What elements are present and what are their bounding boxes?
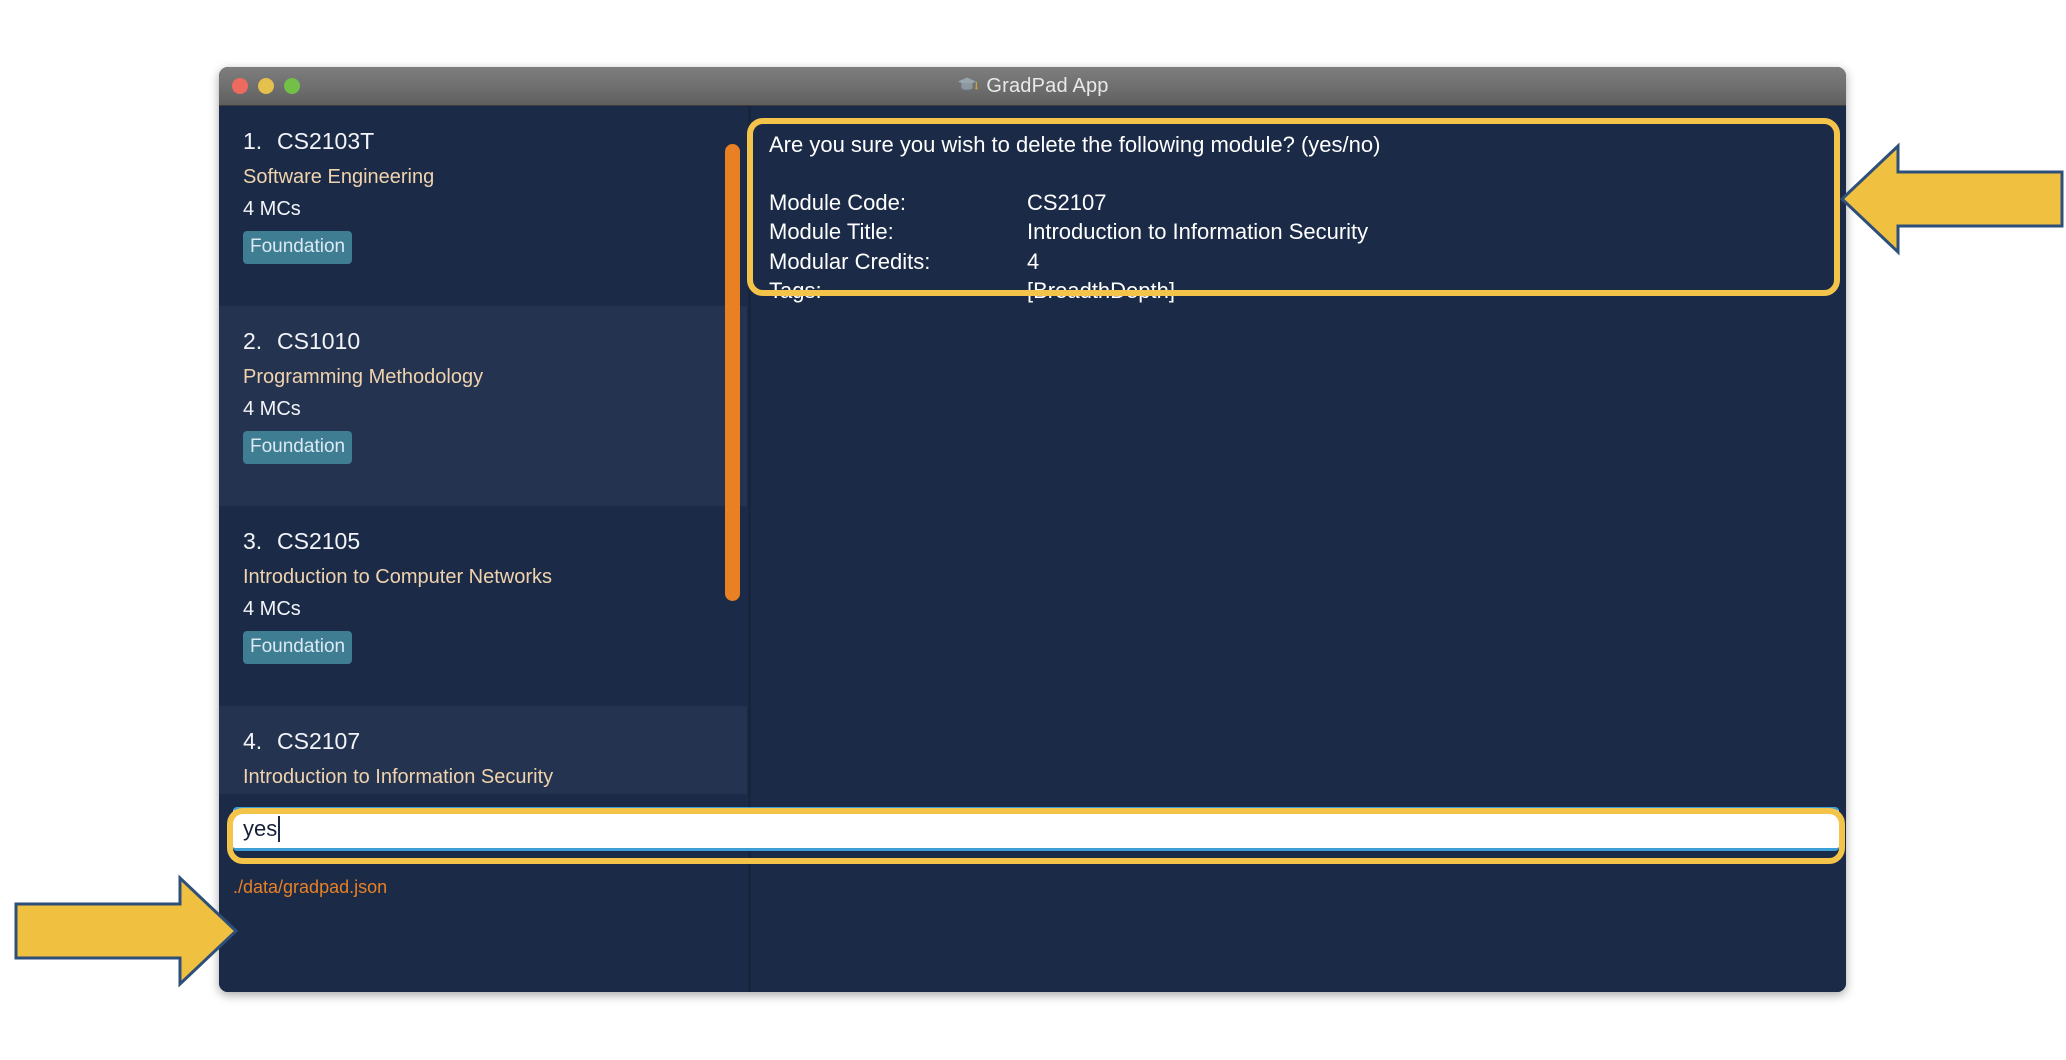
- list-item-code: CS2107: [277, 728, 361, 754]
- list-item-index: 1.: [243, 128, 263, 154]
- module-list[interactable]: 1. CS2103T Software Engineering 4 MCs Fou…: [219, 106, 747, 794]
- list-item-code: CS2105: [277, 528, 361, 554]
- text-caret: [278, 816, 281, 842]
- list-item[interactable]: 1. CS2103T Software Engineering 4 MCs Fou…: [219, 106, 747, 306]
- list-item-title: Software Engineering: [243, 166, 435, 188]
- result-row: Module Code: CS2107: [769, 188, 1821, 217]
- list-item-index: 4.: [243, 728, 263, 754]
- command-row: yes: [219, 799, 1839, 857]
- list-item[interactable]: 3. CS2105 Introduction to Computer Networ…: [219, 506, 747, 706]
- arrow-pointing-left-icon: [1839, 142, 2064, 256]
- window-body: 1. CS2103T Software Engineering 4 MCs Fou…: [219, 106, 1846, 992]
- list-item-title: Introduction to Information Security: [243, 766, 554, 788]
- left-column: 1. CS2103T Software Engineering 4 MCs Fou…: [219, 106, 747, 992]
- window-title: GradPad App: [986, 74, 1109, 97]
- result-row: Module Title: Introduction to Informatio…: [769, 217, 1821, 246]
- list-item-title: Programming Methodology: [243, 366, 484, 388]
- close-window-button[interactable]: [232, 78, 248, 94]
- module-list-scrollbar-thumb[interactable]: [725, 144, 740, 601]
- status-bar-file-path: ./data/gradpad.json: [233, 876, 388, 897]
- result-row: Tags: [BreadthDepth]: [769, 276, 1821, 305]
- result-row-label: Module Code:: [769, 190, 906, 215]
- module-list-scrollbar[interactable]: [719, 106, 747, 794]
- result-row-label: Tags:: [769, 277, 822, 303]
- list-item[interactable]: 4. CS2107 Introduction to Information Sec…: [219, 706, 747, 794]
- list-item-heading: 2. CS1010: [243, 328, 747, 355]
- result-row: Modular Credits: 4: [769, 247, 1821, 276]
- result-pane: Are you sure you wish to delete the foll…: [751, 106, 1846, 992]
- list-item-credits: 4 MCs: [243, 598, 301, 620]
- list-item-heading: 1. CS2103T: [243, 128, 747, 155]
- list-item-code: CS1010: [277, 328, 361, 354]
- list-item[interactable]: 2. CS1010 Programming Methodology 4 MCs F…: [219, 306, 747, 506]
- tag-badge: Foundation: [243, 631, 353, 664]
- list-item-tags: Foundation: [243, 631, 747, 664]
- tag-badge: Foundation: [243, 231, 353, 264]
- list-item-credits: 4 MCs: [243, 198, 301, 220]
- tag-badge: Foundation: [243, 431, 353, 464]
- list-item-tags: Foundation: [243, 431, 747, 464]
- result-row-value: 4: [1027, 248, 1040, 274]
- result-display-box: Are you sure you wish to delete the foll…: [753, 120, 1837, 303]
- result-row-value: CS2107: [1027, 190, 1107, 215]
- list-item-index: 2.: [243, 328, 263, 354]
- title-bar: GradPad App: [219, 67, 1846, 106]
- result-row-value: [BreadthDepth]: [1027, 277, 1175, 303]
- result-row-value: Introduction to Information Security: [1027, 219, 1369, 245]
- command-input-value: yes: [243, 816, 278, 841]
- maximize-window-button[interactable]: [284, 78, 300, 94]
- list-item-credits: 4 MCs: [243, 398, 301, 420]
- arrow-pointing-right-icon: [14, 874, 239, 988]
- result-row-label: Modular Credits:: [769, 248, 931, 274]
- app-window: GradPad App 1. CS2103T Software Engineeri…: [219, 67, 1846, 992]
- graduation-cap-icon: [956, 75, 979, 98]
- list-item-heading: 4. CS2107: [243, 728, 747, 755]
- minimize-window-button[interactable]: [258, 78, 274, 94]
- result-row-label: Module Title:: [769, 219, 894, 245]
- window-controls: [232, 67, 300, 105]
- list-item-code: CS2103T: [277, 128, 375, 154]
- list-item-title: Introduction to Computer Networks: [243, 566, 553, 588]
- command-input[interactable]: yes: [233, 807, 1839, 851]
- title-bar-center: GradPad App: [219, 75, 1846, 98]
- list-item-tags: Foundation: [243, 231, 747, 264]
- confirmation-question: Are you sure you wish to delete the foll…: [769, 132, 1381, 157]
- list-item-heading: 3. CS2105: [243, 528, 747, 555]
- status-bar: ./data/gradpad.json: [219, 868, 1846, 906]
- list-item-index: 3.: [243, 528, 263, 554]
